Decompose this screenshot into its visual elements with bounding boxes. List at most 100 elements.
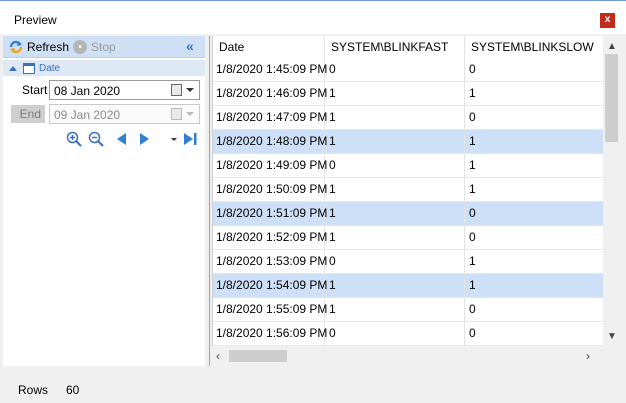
rows-count: 60 [66,383,80,397]
rows-label: Rows [18,383,49,397]
vertical-scrollbar[interactable]: ▲ ▼ [603,36,620,346]
cell-blinkslow: 1 [465,82,603,105]
table-row[interactable]: 1/8/2020 1:48:09 PM 1 1 [213,130,603,154]
start-date-picker[interactable]: 08 Jan 2020 [49,80,200,100]
table-row[interactable]: 1/8/2020 1:51:09 PM 1 0 [213,202,603,226]
cell-blinkslow: 0 [465,202,603,225]
cell-blinkfast: 1 [325,106,465,129]
cell-date: 1/8/2020 1:52:09 PM [213,226,327,249]
cell-date: 1/8/2020 1:55:09 PM [213,298,327,321]
calendar-icon [171,108,182,120]
scroll-down-icon[interactable]: ▼ [607,331,617,342]
scroll-right-icon[interactable]: › [586,349,590,363]
cell-date: 1/8/2020 1:56:09 PM [213,322,327,345]
status-bar: Rows 60 [0,370,626,403]
refresh-button[interactable]: Refresh [8,39,69,55]
end-date-value: 09 Jan 2020 [54,108,121,122]
cell-blinkfast: 1 [325,130,465,153]
cell-blinkslow: 1 [465,130,603,153]
vertical-scroll-thumb[interactable] [605,54,618,142]
cell-date: 1/8/2020 1:49:09 PM [213,154,327,177]
end-date-picker[interactable]: 09 Jan 2020 [49,104,200,124]
stop-button[interactable]: ■ Stop [73,39,116,55]
cell-blinkfast: 1 [325,178,465,201]
cell-blinkfast: 1 [325,298,465,321]
cell-blinkslow: 0 [465,58,603,81]
cell-blinkslow: 0 [465,226,603,249]
triangle-right-icon[interactable] [136,131,152,147]
cell-blinkslow: 1 [465,250,603,273]
table-row[interactable]: 1/8/2020 1:52:09 PM 1 0 [213,226,603,250]
cell-date: 1/8/2020 1:50:09 PM [213,178,327,201]
table-row[interactable]: 1/8/2020 1:47:09 PM 1 0 [213,106,603,130]
cell-blinkfast: 1 [325,202,465,225]
end-checkbox-label[interactable]: End [11,105,45,123]
date-group-label: Date [39,62,61,74]
cell-date: 1/8/2020 1:46:09 PM [213,82,327,105]
cell-date: 1/8/2020 1:51:09 PM [213,202,327,225]
cell-blinkslow: 1 [465,274,603,297]
cell-date: 1/8/2020 1:53:09 PM [213,250,327,273]
cell-blinkslow: 0 [465,298,603,321]
zoom-in-icon[interactable] [66,131,82,147]
skip-to-end-icon[interactable] [182,131,198,147]
cell-blinkslow: 1 [465,178,603,201]
chevron-down-icon[interactable] [186,88,194,92]
horizontal-scroll-thumb[interactable] [229,350,287,362]
title-bar: Preview x [0,0,626,34]
table-row[interactable]: 1/8/2020 1:53:09 PM 0 1 [213,250,603,274]
cell-blinkslow: 1 [465,154,603,177]
cell-blinkfast: 1 [325,226,465,249]
zoom-out-icon[interactable] [88,131,104,147]
cell-blinkfast: 0 [325,250,465,273]
table-row[interactable]: 1/8/2020 1:49:09 PM 0 1 [213,154,603,178]
data-grid: Date SYSTEM\BLINKFAST SYSTEM\BLINKSLOW 1… [212,36,603,346]
horizontal-scrollbar[interactable]: ‹ › [212,346,603,366]
cell-blinkslow: 0 [465,322,603,345]
cell-date: 1/8/2020 1:47:09 PM [213,106,327,129]
window-title: Preview [14,13,57,27]
cell-date: 1/8/2020 1:48:09 PM [213,130,327,153]
start-date-value: 08 Jan 2020 [54,84,121,98]
cell-blinkfast: 0 [325,322,465,345]
table-row[interactable]: 1/8/2020 1:46:09 PM 1 1 [213,82,603,106]
refresh-icon [9,40,23,54]
column-header-blinkslow[interactable]: SYSTEM\BLINKSLOW [465,36,603,58]
refresh-label: Refresh [27,40,70,54]
chevron-down-icon[interactable] [186,112,194,116]
scroll-left-icon[interactable]: ‹ [216,349,220,363]
table-row[interactable]: 1/8/2020 1:55:09 PM 1 0 [213,298,603,322]
date-group-header[interactable]: Date [3,60,205,76]
collapse-caret-icon [9,65,17,71]
table-row[interactable]: 1/8/2020 1:56:09 PM 0 0 [213,322,603,346]
panel-toolbar: Refresh ■ Stop « [3,36,205,58]
table-row[interactable]: 1/8/2020 1:45:09 PM 0 0 [213,58,603,82]
table-row[interactable]: 1/8/2020 1:50:09 PM 1 1 [213,178,603,202]
cell-date: 1/8/2020 1:54:09 PM [213,274,327,297]
scroll-up-icon[interactable]: ▲ [607,41,617,52]
collapse-panel-icon[interactable]: « [186,38,194,54]
stop-label: Stop [91,40,116,54]
cell-blinkslow: 0 [465,106,603,129]
calendar-icon [171,84,182,96]
date-navigation [66,131,206,149]
scrollbar-corner [603,346,620,366]
cell-blinkfast: 1 [325,274,465,297]
small-dropdown-icon[interactable] [166,131,182,147]
triangle-left-icon[interactable] [114,131,130,147]
table-row[interactable]: 1/8/2020 1:54:09 PM 1 1 [213,274,603,298]
preview-window: Preview x Refresh ■ Stop « Date Start 08… [0,0,626,403]
cell-blinkfast: 0 [325,58,465,81]
cell-blinkfast: 1 [325,82,465,105]
filter-panel: Refresh ■ Stop « Date Start 08 Jan 2020 … [3,36,205,366]
cell-date: 1/8/2020 1:45:09 PM [213,58,327,81]
column-header-date[interactable]: Date [213,36,325,58]
close-button[interactable]: x [600,13,615,28]
panel-splitter[interactable] [206,36,210,366]
stop-icon: ■ [73,40,87,54]
grid-header: Date SYSTEM\BLINKFAST SYSTEM\BLINKSLOW [213,36,603,58]
column-header-blinkfast[interactable]: SYSTEM\BLINKFAST [325,36,465,58]
start-label: Start [22,83,48,97]
cell-blinkfast: 0 [325,154,465,177]
calendar-icon [23,62,35,74]
